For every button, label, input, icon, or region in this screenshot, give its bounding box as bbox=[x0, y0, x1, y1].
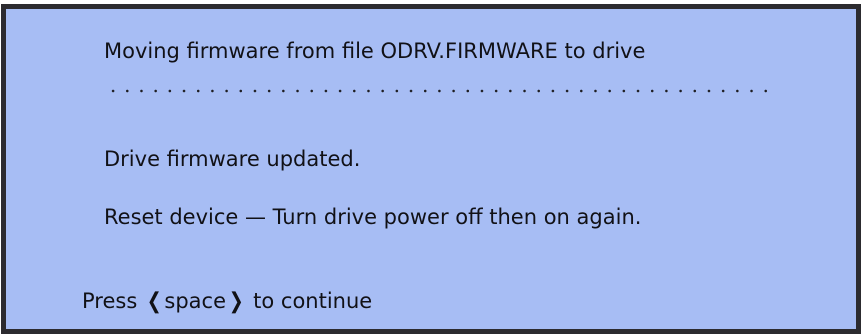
progress-dots bbox=[106, 89, 774, 93]
space-key-label: space bbox=[164, 289, 227, 313]
continue-prompt: Press ❮ space ❯ to continue bbox=[82, 289, 372, 314]
firmware-updated-status: Drive firmware updated. bbox=[104, 147, 361, 171]
key-open-bracket-icon: ❮ bbox=[146, 289, 162, 314]
key-close-bracket-icon: ❯ bbox=[228, 289, 244, 314]
prompt-suffix: to continue bbox=[253, 289, 373, 313]
reset-device-instruction: Reset device — Turn drive power off then… bbox=[104, 205, 642, 229]
prompt-prefix: Press bbox=[82, 289, 138, 313]
firmware-update-dialog: Moving firmware from file ODRV.FIRMWARE … bbox=[1, 4, 861, 334]
moving-firmware-message: Moving firmware from file ODRV.FIRMWARE … bbox=[104, 39, 646, 63]
